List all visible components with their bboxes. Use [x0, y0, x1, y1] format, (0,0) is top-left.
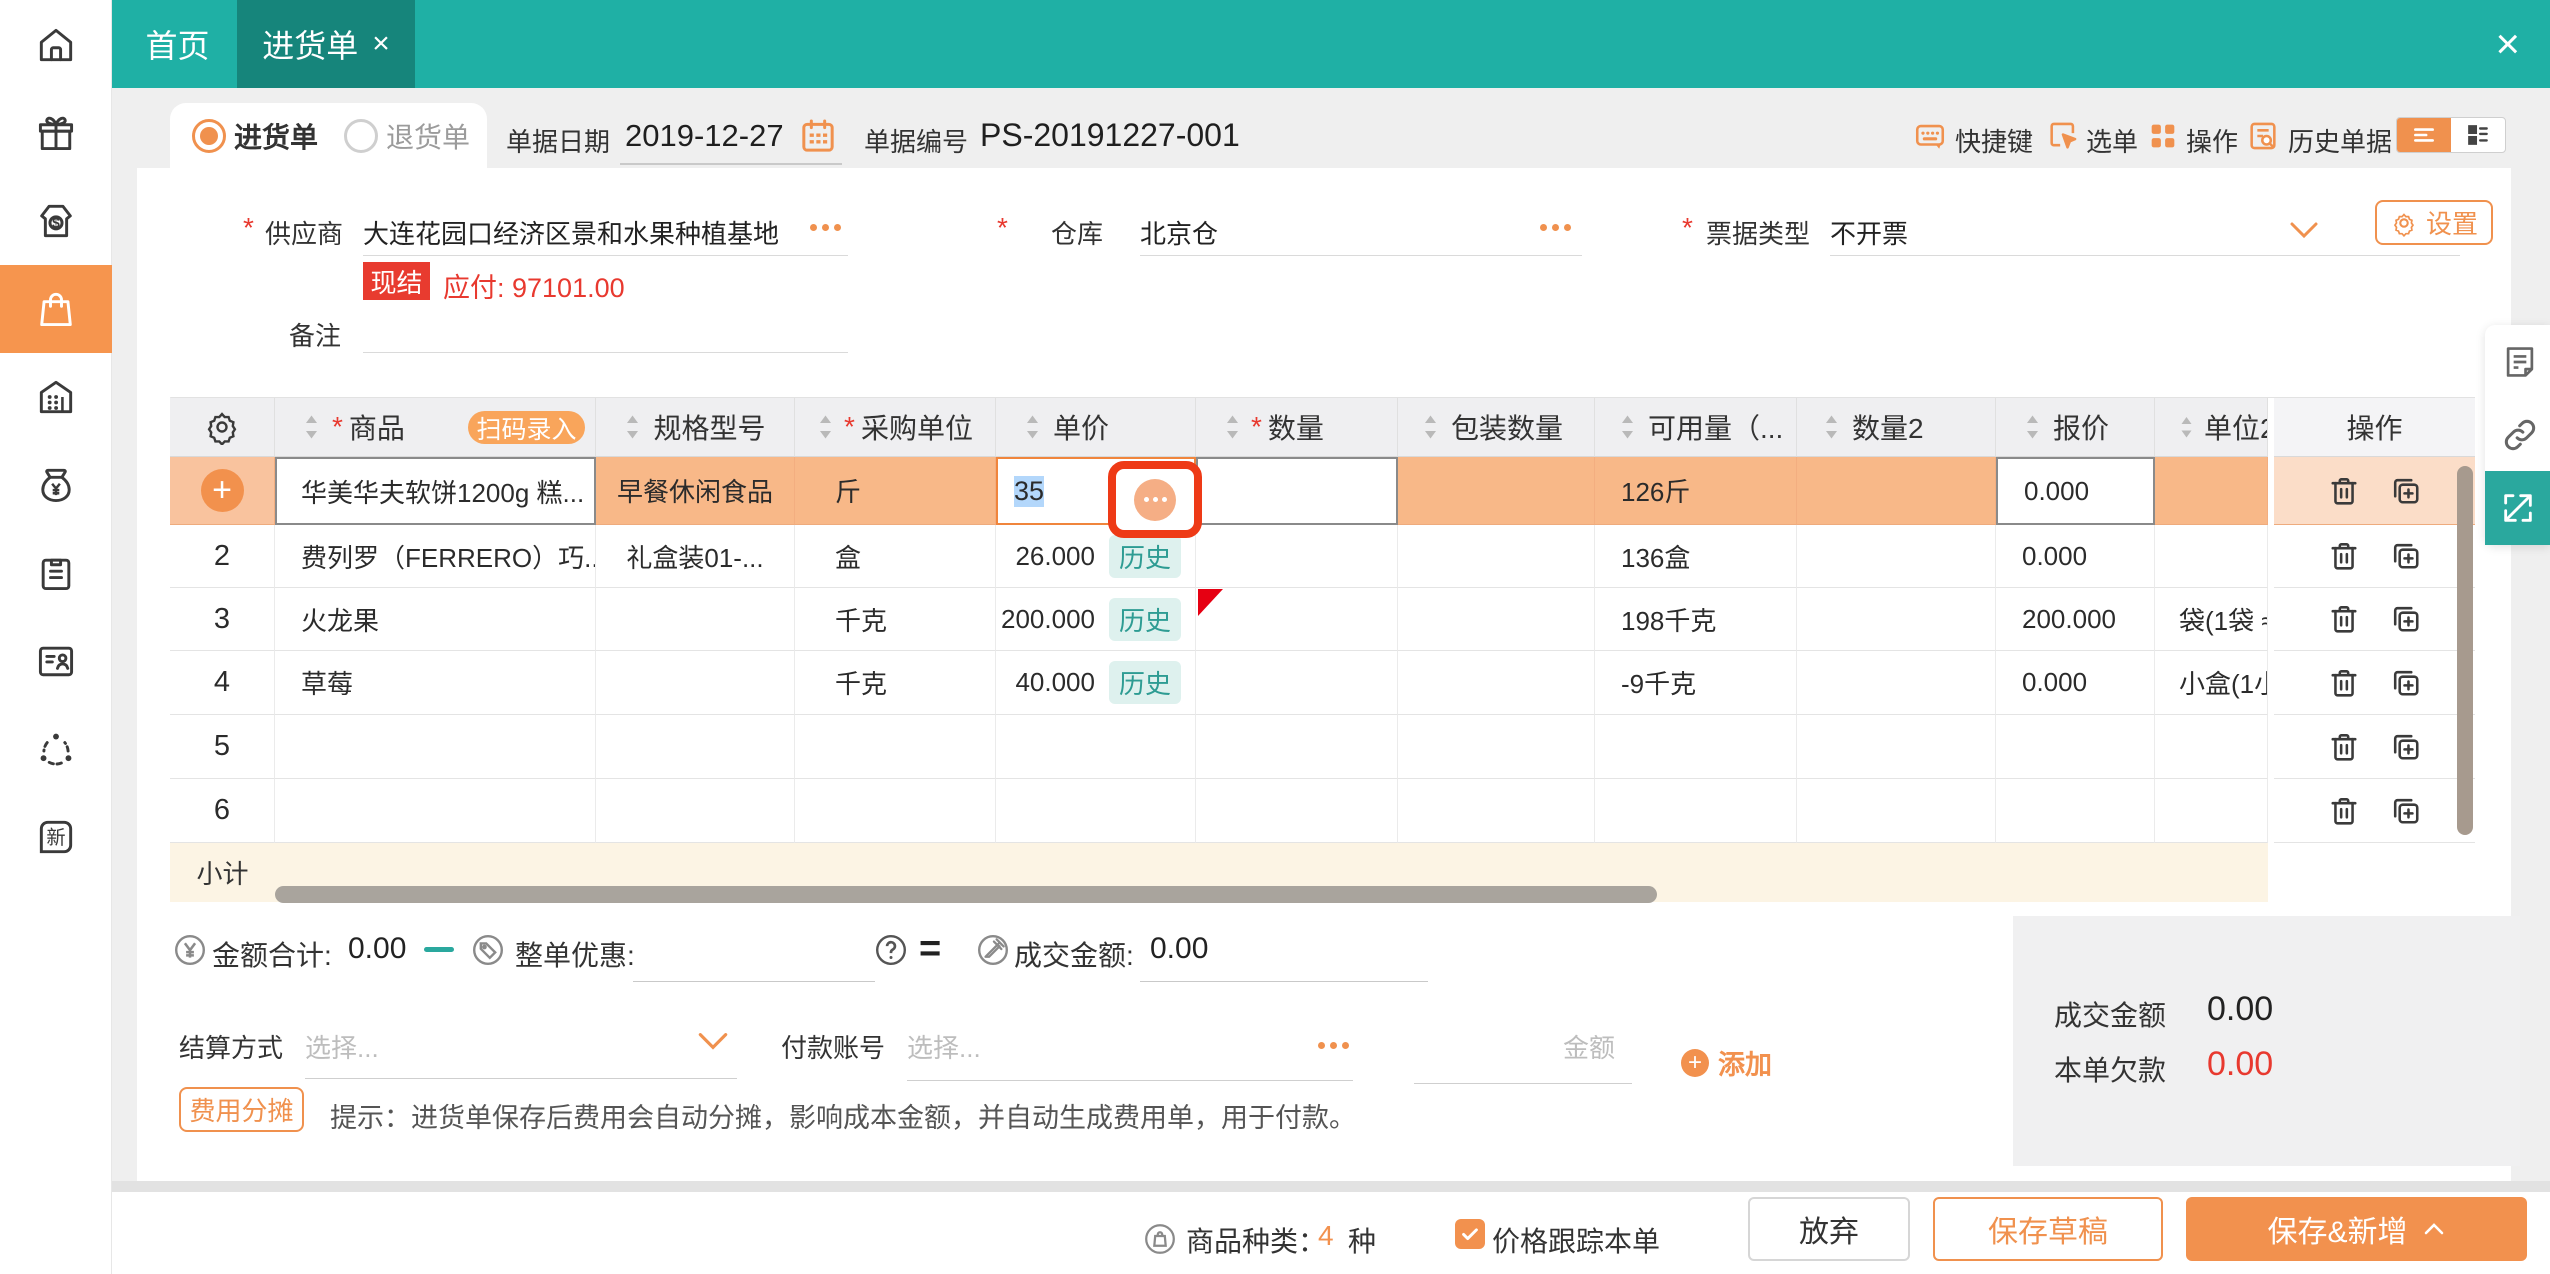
- svg-text:$: $: [52, 216, 60, 231]
- svg-text:新: 新: [46, 827, 65, 849]
